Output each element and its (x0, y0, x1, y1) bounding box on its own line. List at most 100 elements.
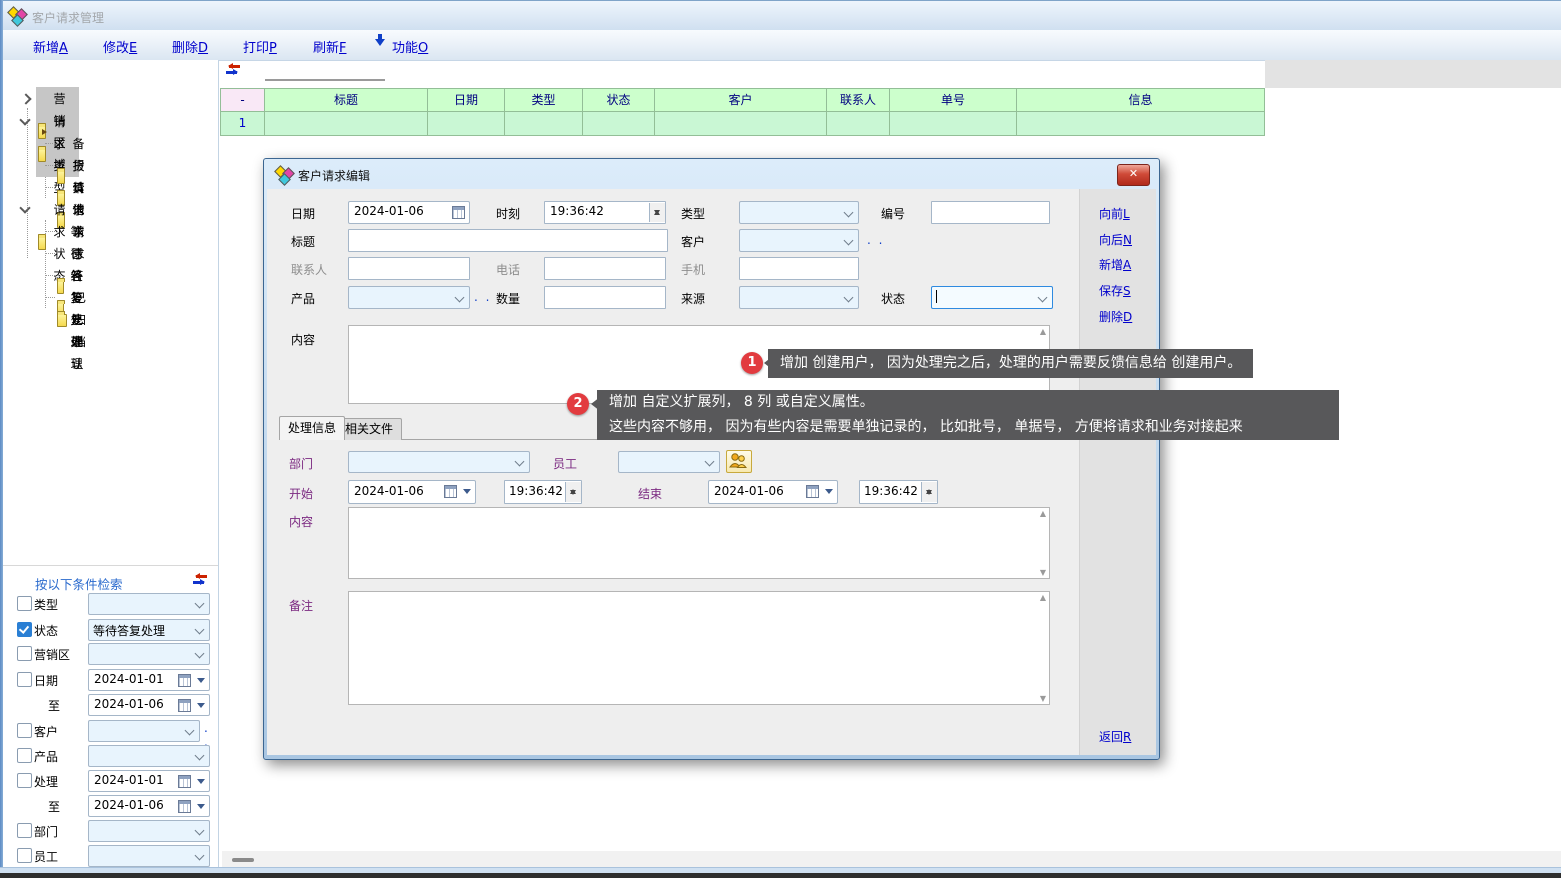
quantity-input[interactable] (544, 286, 666, 309)
swap-columns-icon[interactable] (192, 573, 208, 586)
checkbox[interactable] (17, 848, 32, 863)
checkbox[interactable] (17, 723, 32, 738)
end-time-spinner[interactable]: 19:36:42 (859, 480, 938, 504)
process-content-textarea[interactable]: ▲ ▼ (348, 507, 1050, 579)
marketing-area-select[interactable] (88, 643, 210, 665)
scroll-up-icon[interactable]: ▲ (1040, 593, 1046, 602)
horizontal-scrollbar[interactable] (222, 851, 1561, 867)
dropdown-arrow-icon[interactable] (463, 489, 471, 498)
dropdown-arrow-icon[interactable] (197, 678, 205, 687)
toolbar-print-button[interactable]: 打印P (243, 37, 277, 56)
table-header-status[interactable]: 状态 (583, 88, 655, 112)
table-cell[interactable] (583, 112, 655, 136)
table-cell[interactable] (505, 112, 583, 136)
table-header-contact[interactable]: 联系人 (827, 88, 890, 112)
table-cell[interactable] (1017, 112, 1265, 136)
swap-columns-icon[interactable] (225, 63, 241, 76)
toolbar-edit-button[interactable]: 修改E (103, 37, 137, 56)
date-to-picker[interactable]: 2024-01-06 (88, 694, 210, 716)
spinner-updown-icon[interactable] (921, 482, 937, 502)
table-cell[interactable] (265, 112, 428, 136)
end-date-picker[interactable]: 2024-01-06 (708, 480, 838, 504)
scroll-down-icon[interactable]: ▼ (1040, 568, 1046, 577)
start-date-picker[interactable]: 2024-01-06 (348, 480, 476, 504)
staff-select[interactable] (618, 451, 720, 473)
table-cell[interactable] (655, 112, 827, 136)
time-spinner[interactable]: 19:36:42 (544, 201, 666, 224)
prev-button[interactable]: 向前L (1099, 205, 1130, 222)
scroll-down-icon[interactable]: ▼ (1040, 694, 1046, 703)
table-header-docno[interactable]: 单号 (890, 88, 1017, 112)
staff-select[interactable] (88, 845, 210, 867)
product-select[interactable] (88, 745, 210, 767)
remark-textarea[interactable]: ▲ ▼ (348, 591, 1050, 705)
mobile-input[interactable] (739, 257, 859, 280)
process-date-from-picker[interactable]: 2024-01-01 (88, 770, 210, 792)
table-header-date[interactable]: 日期 (428, 88, 505, 112)
scroll-up-icon[interactable]: ▲ (1040, 509, 1046, 518)
status-select[interactable]: 等待答复处理 (88, 619, 210, 641)
date-picker[interactable]: 2024-01-06 (348, 201, 470, 224)
table-cell[interactable] (428, 112, 505, 136)
next-button[interactable]: 向后N (1099, 231, 1132, 248)
dropdown-arrow-icon[interactable] (197, 804, 205, 813)
contact-input[interactable] (348, 257, 470, 280)
toolbar-refresh-button[interactable]: 刷新F (313, 37, 347, 56)
horizontal-scrollbar-thumb[interactable] (232, 858, 254, 862)
customer-select[interactable] (739, 229, 859, 252)
delete-button[interactable]: 删除D (1099, 308, 1132, 325)
checkbox[interactable] (17, 596, 32, 611)
customer-more-button[interactable]: . . (867, 233, 884, 247)
checkbox[interactable] (17, 646, 32, 661)
number-input[interactable] (931, 201, 1050, 224)
spinner-updown-icon[interactable] (565, 482, 581, 502)
product-more-button[interactable]: . . (474, 290, 491, 304)
department-select[interactable] (348, 451, 530, 473)
table-cell[interactable] (890, 112, 1017, 136)
process-date-to-picker[interactable]: 2024-01-06 (88, 795, 210, 817)
title-input[interactable] (348, 229, 668, 252)
new-button[interactable]: 新增A (1099, 256, 1131, 273)
table-header-rownum[interactable]: - (220, 88, 265, 112)
source-select[interactable] (739, 286, 859, 309)
checkbox[interactable] (17, 748, 32, 763)
checkbox[interactable] (17, 622, 32, 637)
spinner-updown-icon[interactable] (649, 203, 665, 222)
table-row-number[interactable]: 1 (220, 112, 265, 136)
type-select[interactable] (739, 201, 859, 224)
toolbar-delete-button[interactable]: 删除D (172, 37, 208, 56)
table-header-title[interactable]: 标题 (265, 88, 428, 112)
splitter-handle[interactable] (265, 79, 385, 81)
tab-related-files[interactable]: 相关文件 (336, 418, 402, 440)
status-select[interactable] (931, 286, 1053, 309)
customer-select[interactable] (88, 720, 200, 742)
dropdown-arrow-icon[interactable] (197, 703, 205, 712)
pick-staff-button[interactable] (726, 450, 752, 473)
table-header-customer[interactable]: 客户 (655, 88, 827, 112)
toolbar-functions-button[interactable]: 功能O (392, 37, 428, 56)
tab-process-info[interactable]: 处理信息 (279, 416, 345, 440)
checkbox[interactable] (17, 773, 32, 788)
toolbar-new-button[interactable]: 新增A (33, 37, 68, 56)
product-select[interactable] (348, 286, 470, 309)
date-from-picker[interactable]: 2024-01-01 (88, 669, 210, 691)
chevron-down-icon[interactable] (19, 202, 30, 213)
chevron-right-icon[interactable] (20, 93, 31, 104)
department-select[interactable] (88, 820, 210, 842)
checkbox[interactable] (17, 823, 32, 838)
table-header-type[interactable]: 类型 (505, 88, 583, 112)
scroll-up-icon[interactable]: ▲ (1040, 327, 1046, 336)
chevron-down-icon[interactable] (19, 114, 30, 125)
close-button[interactable]: ✕ (1117, 164, 1150, 186)
phone-input[interactable] (544, 257, 666, 280)
checkbox[interactable] (17, 672, 32, 687)
start-time-spinner[interactable]: 19:36:42 (504, 480, 582, 504)
type-select[interactable] (88, 593, 210, 615)
table-header-info[interactable]: 信息 (1017, 88, 1265, 112)
dialog-button-strip (1079, 189, 1156, 755)
return-button[interactable]: 返回R (1099, 728, 1131, 745)
dropdown-arrow-icon[interactable] (825, 489, 833, 498)
save-button[interactable]: 保存S (1099, 282, 1131, 299)
dropdown-arrow-icon[interactable] (197, 779, 205, 788)
table-cell[interactable] (827, 112, 890, 136)
